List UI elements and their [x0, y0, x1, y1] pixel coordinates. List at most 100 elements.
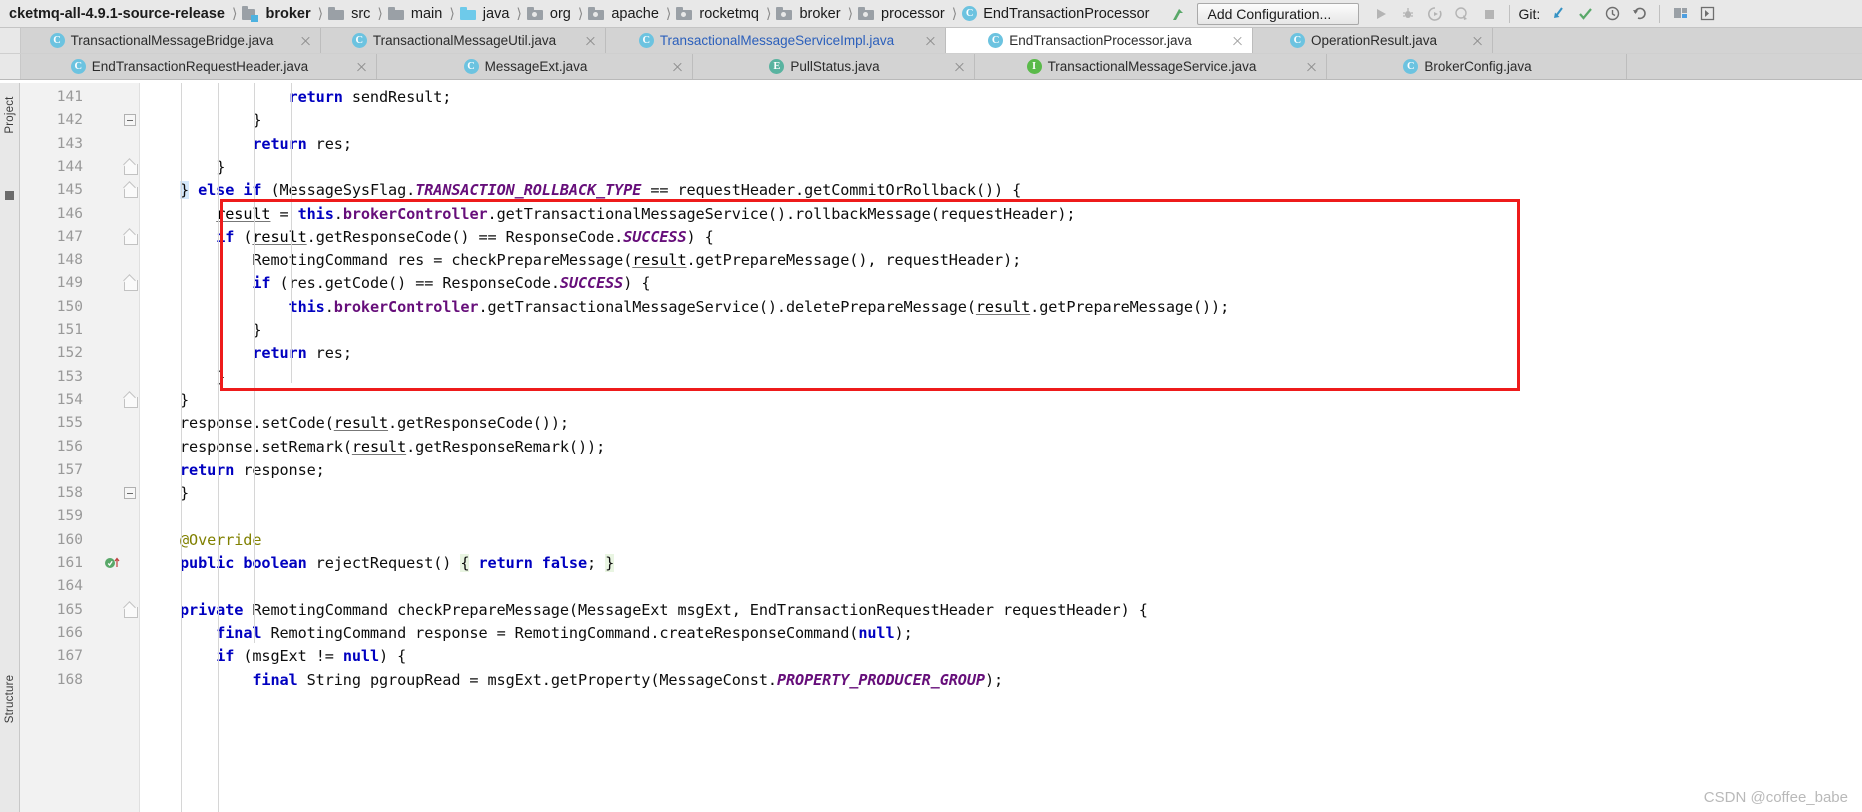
- package-icon: [858, 6, 875, 22]
- tab-label: TransactionalMessageServiceImpl.java: [659, 33, 895, 48]
- git-rollback-icon[interactable]: [1627, 3, 1651, 25]
- tab-operationresult[interactable]: C OperationResult.java: [1253, 28, 1493, 53]
- close-icon[interactable]: [1472, 35, 1483, 46]
- right-toolbar: [1668, 3, 1719, 25]
- code-line[interactable]: return res;: [180, 342, 352, 365]
- breadcrumb-label: broker: [265, 5, 311, 22]
- line-number: 160: [56, 531, 83, 548]
- code-line[interactable]: } else if (MessageSysFlag.TRANSACTION_RO…: [180, 179, 1021, 202]
- tab-messageext[interactable]: C MessageExt.java: [377, 54, 693, 79]
- breadcrumb-item-processor[interactable]: processor: [856, 2, 950, 26]
- tab-brokerconfig[interactable]: C BrokerConfig.java: [1327, 54, 1627, 79]
- implementing-method-icon[interactable]: [104, 555, 122, 573]
- tab-endtransactionprocessor[interactable]: C EndTransactionProcessor.java: [946, 28, 1253, 53]
- close-icon[interactable]: [954, 61, 965, 72]
- fold-region-icon[interactable]: [124, 599, 138, 622]
- tab-transactionalmessagebridge[interactable]: C TransactionalMessageBridge.java: [21, 28, 321, 53]
- code-line[interactable]: return sendResult;: [180, 86, 452, 109]
- code-line[interactable]: response.setCode(result.getResponseCode(…: [180, 412, 569, 435]
- close-icon[interactable]: [585, 35, 596, 46]
- code-editor[interactable]: 141 142 143 144 145 146 147 148 149 150 151 152 153 1…: [20, 83, 1862, 812]
- breadcrumb-item-broker-module[interactable]: broker: [240, 2, 315, 26]
- breadcrumb-item-org[interactable]: org: [525, 2, 576, 26]
- git-commit-icon[interactable]: [1573, 3, 1597, 25]
- tab-transactionalmessageservice[interactable]: I TransactionalMessageService.java: [975, 54, 1327, 79]
- tab-pullstatus[interactable]: E PullStatus.java: [693, 54, 975, 79]
- close-icon[interactable]: [672, 61, 683, 72]
- tool-window-button-project[interactable]: Project: [4, 88, 16, 142]
- enum-icon: E: [769, 59, 785, 74]
- breadcrumb-item-java[interactable]: java: [458, 2, 515, 26]
- code-line[interactable]: public boolean rejectRequest() { return …: [180, 552, 614, 575]
- code-line[interactable]: RemotingCommand res = checkPrepareMessag…: [180, 249, 1021, 272]
- breadcrumb-item-rocketmq[interactable]: rocketmq: [674, 2, 764, 26]
- code-line[interactable]: return res;: [180, 133, 352, 156]
- fold-region-icon[interactable]: [124, 389, 138, 412]
- fold-collapse-icon[interactable]: [124, 109, 137, 132]
- folder-blue-icon: [459, 6, 476, 22]
- close-icon[interactable]: [356, 61, 367, 72]
- close-icon[interactable]: [925, 35, 936, 46]
- code-line[interactable]: if (res.getCode() == ResponseCode.SUCCES…: [180, 272, 650, 295]
- breadcrumb-item-broker-package[interactable]: broker: [774, 2, 845, 26]
- editor-gutter[interactable]: 141 142 143 144 145 146 147 148 149 150 151 152 153 1…: [20, 83, 140, 812]
- breadcrumb-label: java: [482, 5, 510, 22]
- close-icon[interactable]: [1306, 61, 1317, 72]
- fold-region-icon[interactable]: [124, 272, 138, 295]
- debug-icon[interactable]: [1396, 3, 1420, 25]
- fold-region-icon[interactable]: [124, 226, 138, 249]
- git-history-icon[interactable]: [1600, 3, 1624, 25]
- stop-icon[interactable]: [1477, 3, 1501, 25]
- breadcrumb-item-src[interactable]: src: [326, 2, 375, 26]
- profile-icon[interactable]: [1450, 3, 1474, 25]
- breadcrumb-item-apache[interactable]: apache: [586, 2, 664, 26]
- navigate-up-icon[interactable]: [1168, 3, 1190, 25]
- run-configuration-selector[interactable]: Add Configuration...: [1197, 2, 1360, 25]
- close-icon[interactable]: [300, 35, 311, 46]
- indent-guide: [254, 83, 256, 643]
- code-line[interactable]: response.setRemark(result.getResponseRem…: [180, 436, 605, 459]
- breadcrumb-item-endtransactionprocessor[interactable]: C EndTransactionProcessor: [960, 2, 1154, 26]
- tool-window-button-structure[interactable]: Structure: [4, 672, 16, 726]
- code-line[interactable]: result = this.brokerController.getTransa…: [180, 203, 1075, 226]
- chevron-right-icon: ⟩: [232, 5, 238, 22]
- close-icon[interactable]: [1232, 35, 1243, 46]
- editor-tab-row-2: C EndTransactionRequestHeader.java C Mes…: [0, 54, 1862, 80]
- code-line[interactable]: if (result.getResponseCode() == Response…: [180, 226, 714, 249]
- code-line[interactable]: }: [180, 109, 261, 132]
- tab-endtransactionrequestheader[interactable]: C EndTransactionRequestHeader.java: [21, 54, 377, 79]
- left-tool-strip: Project Structure: [0, 83, 20, 812]
- run-icon[interactable]: [1369, 3, 1393, 25]
- code-line[interactable]: this.brokerController.getTransactionalMe…: [180, 296, 1230, 319]
- breadcrumb-item-main[interactable]: main: [386, 2, 447, 26]
- line-number: 157: [56, 461, 83, 478]
- project-structure-icon[interactable]: [1668, 3, 1692, 25]
- tab-transactionalmessageserviceimpl[interactable]: C TransactionalMessageServiceImpl.java: [606, 28, 946, 53]
- fold-region-icon[interactable]: [124, 156, 138, 179]
- editor-code-area[interactable]: return sendResult; } return res; } } else…: [140, 83, 1862, 812]
- code-line[interactable]: final RemotingCommand response = Remotin…: [180, 622, 913, 645]
- breadcrumb-item-project[interactable]: cketmq-all-4.9.1-source-release: [4, 2, 230, 26]
- fold-region-icon[interactable]: [124, 179, 138, 202]
- class-icon: C: [988, 33, 1004, 48]
- class-icon: C: [1289, 33, 1305, 48]
- code-line[interactable]: return response;: [180, 459, 325, 482]
- code-line[interactable]: }: [180, 319, 261, 342]
- breadcrumb-label: broker: [799, 5, 841, 22]
- run-toolbar: [1369, 3, 1501, 25]
- code-line[interactable]: private RemotingCommand checkPrepareMess…: [180, 599, 1148, 622]
- fold-collapse-icon[interactable]: [124, 482, 137, 505]
- code-line[interactable]: if (msgExt != null) {: [180, 645, 406, 668]
- line-number: 166: [56, 624, 83, 641]
- breadcrumb-label: main: [410, 5, 443, 22]
- search-everywhere-icon[interactable]: [1695, 3, 1719, 25]
- tab-label: EndTransactionRequestHeader.java: [91, 59, 309, 74]
- tab-label: EndTransactionProcessor.java: [1009, 33, 1192, 48]
- editor-tab-row-1: C TransactionalMessageBridge.java C Tran…: [0, 28, 1862, 54]
- run-with-coverage-icon[interactable]: [1423, 3, 1447, 25]
- package-icon: [588, 6, 605, 22]
- tab-transactionalmessageutil[interactable]: C TransactionalMessageUtil.java: [321, 28, 606, 53]
- code-line[interactable]: @Override: [180, 529, 262, 552]
- git-update-icon[interactable]: [1546, 3, 1570, 25]
- code-line[interactable]: final String pgroupRead = msgExt.getProp…: [180, 669, 1003, 692]
